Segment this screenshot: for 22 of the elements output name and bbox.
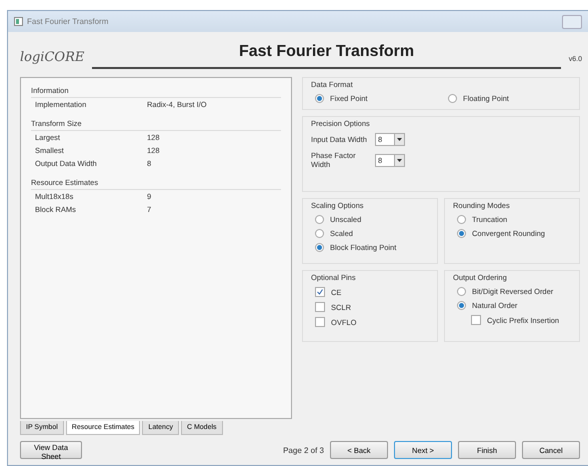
logo: logiCORE xyxy=(20,50,84,67)
radio-button[interactable] xyxy=(457,301,466,310)
check-icon xyxy=(317,289,323,295)
radio-button[interactable] xyxy=(457,287,466,296)
close-button[interactable] xyxy=(562,14,582,28)
radio-button[interactable] xyxy=(315,94,324,103)
checkbox[interactable] xyxy=(315,317,325,327)
window-title: Fast Fourier Transform xyxy=(27,17,110,26)
checkbox[interactable] xyxy=(315,302,325,312)
radio-button[interactable] xyxy=(457,229,466,238)
caret-icon xyxy=(397,158,402,162)
radio-button[interactable] xyxy=(315,215,324,224)
radio-button[interactable] xyxy=(457,215,466,224)
checkbox[interactable] xyxy=(315,287,325,297)
radio-button[interactable] xyxy=(448,94,457,103)
caret-icon xyxy=(397,138,402,141)
page-title: Fast Fourier Transform xyxy=(238,43,414,61)
page-indicator: Page 2 of 3 xyxy=(283,446,324,454)
radio-button[interactable] xyxy=(315,243,324,252)
app-icon xyxy=(14,17,23,26)
radio-button[interactable] xyxy=(315,229,324,238)
checkbox[interactable] xyxy=(471,315,481,325)
